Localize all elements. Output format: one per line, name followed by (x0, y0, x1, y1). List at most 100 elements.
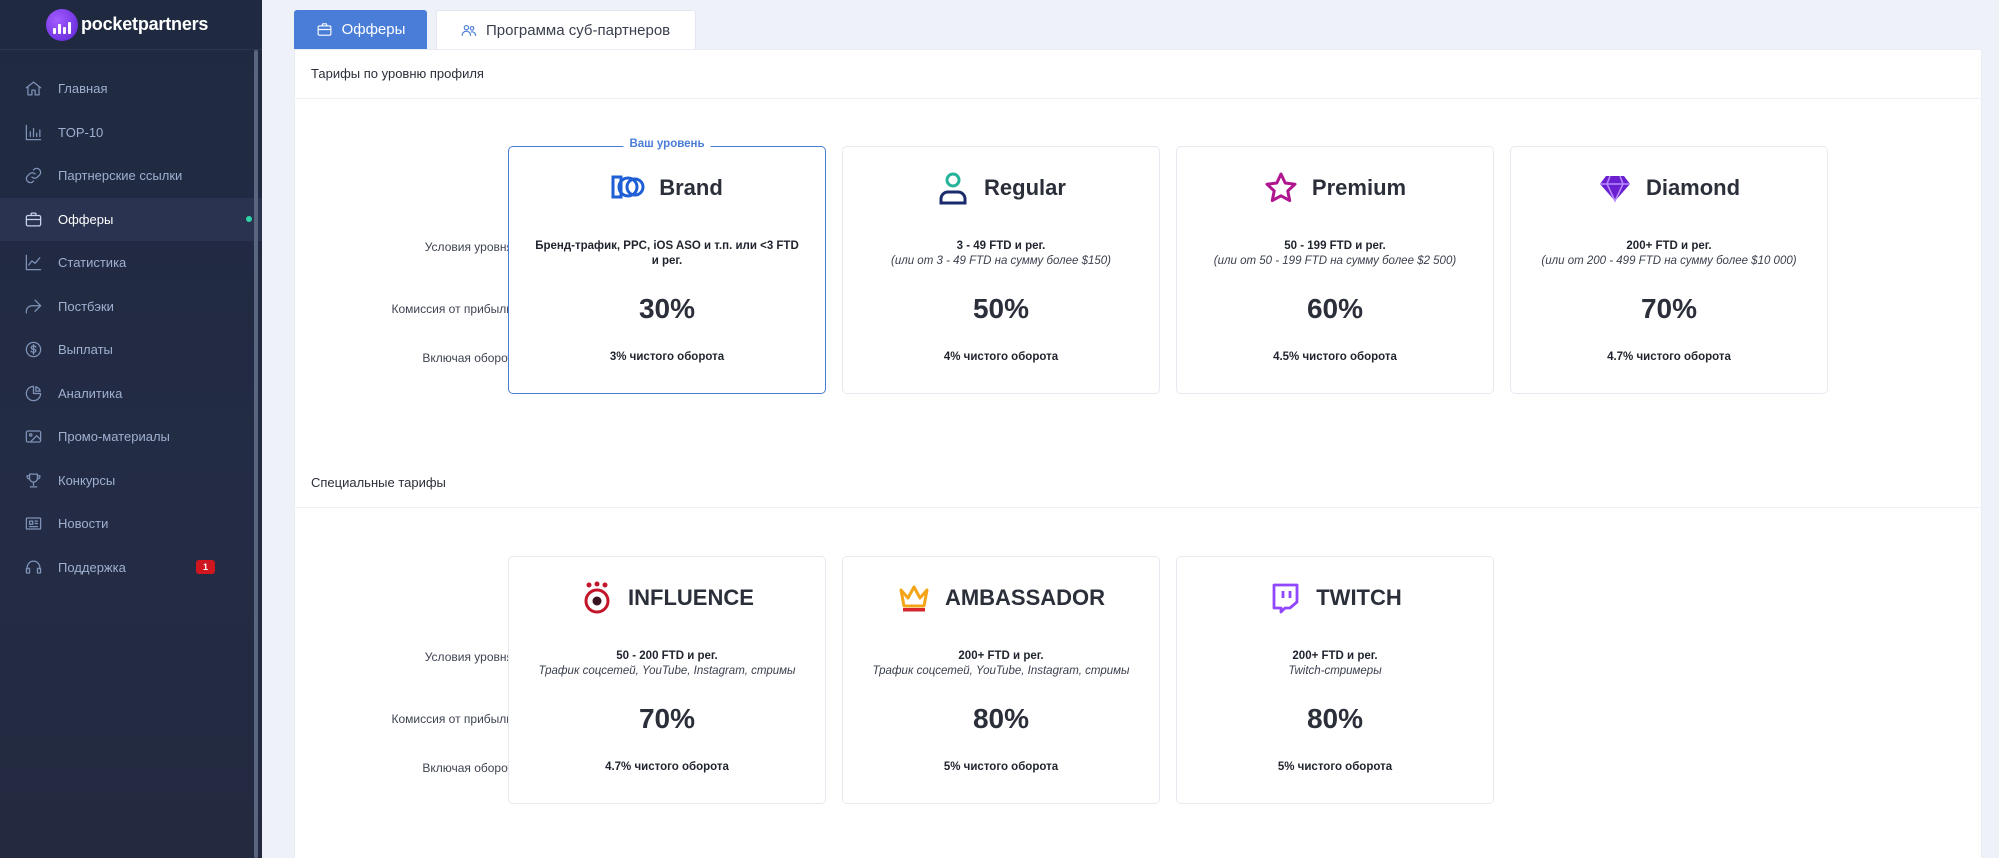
sidebar-item-home[interactable]: Главная (0, 67, 262, 111)
tier-conditions: 3 - 49 FTD и рег. (или от 3 - 49 FTD на … (865, 239, 1137, 268)
tab-offers[interactable]: Офферы (294, 10, 427, 49)
sidebar-item-promo[interactable]: Промо-материалы (0, 415, 262, 459)
sidebar: pocketpartners Главная TOP-10 Партнерски… (0, 0, 262, 858)
dollar-coin-icon (22, 339, 44, 361)
sidebar-item-label: Новости (58, 516, 109, 532)
tier-card-diamond[interactable]: Diamond 200+ FTD и рег. (или от 200 - 49… (1510, 146, 1828, 394)
link-icon (22, 165, 44, 187)
sidebar-item-offers[interactable]: Офферы (0, 197, 262, 241)
sidebar-nav: Главная TOP-10 Партнерские ссылки Офферы… (0, 67, 262, 589)
tier-turnover: 4% чистого оборота (943, 351, 1059, 363)
row-label-conditions: Условия уровня (424, 240, 513, 254)
tier-card-regular[interactable]: Regular 3 - 49 FTD и рег. (или от 3 - 49… (842, 146, 1160, 394)
tier-commission: 70% (1640, 293, 1698, 324)
tier-conditions: 200+ FTD и рег. (или от 200 - 499 FTD на… (1533, 239, 1805, 268)
tier-conditions-main: 50 - 199 FTD и рег. (1284, 240, 1386, 252)
support-badge: 1 (196, 560, 215, 575)
logo-text: pocketpartners (81, 14, 209, 34)
tier-conditions-main: 200+ FTD и рег. (1292, 650, 1378, 662)
sidebar-item-postbacks[interactable]: Постбэки (0, 285, 262, 329)
tier-conditions-main: 200+ FTD и рег. (1626, 240, 1712, 252)
newspaper-icon (22, 513, 44, 535)
tier-turnover: 5% чистого оборота (1277, 761, 1393, 773)
diamond-icon (1598, 171, 1632, 205)
image-icon (22, 426, 44, 448)
tier-conditions-main: Бренд-трафик, PPC, iOS ASO и т.п. или <3… (535, 240, 799, 267)
tab-label: Программа суб-партнеров (486, 21, 671, 39)
headset-icon (22, 556, 44, 578)
tier-commission: 70% (638, 703, 696, 734)
star-icon (1264, 171, 1298, 205)
sidebar-item-label: Выплаты (58, 342, 113, 358)
tier-turnover: 4.5% чистого оборота (1273, 351, 1397, 363)
row-label-turnover: Включая оборот (422, 761, 513, 775)
sidebar-item-statistics[interactable]: Статистика (0, 241, 262, 285)
sidebar-item-label: Офферы (58, 211, 114, 227)
trend-icon (22, 252, 44, 274)
tier-name: INFLUENCE (628, 585, 754, 610)
sidebar-item-payouts[interactable]: Выплаты (0, 328, 262, 372)
tier-conditions-main: 200+ FTD и рег. (958, 650, 1044, 662)
briefcase-icon (22, 208, 44, 230)
tier-name: AMBASSADOR (944, 585, 1106, 610)
tier-turnover: 4.7% чистого оборота (1607, 351, 1731, 363)
logo-icon (46, 8, 78, 41)
sidebar-scrollbar[interactable] (254, 50, 258, 858)
sidebar-item-support[interactable]: Поддержка 1 (0, 546, 262, 590)
tab-label: Офферы (341, 21, 406, 38)
logo[interactable]: pocketpartners (0, 0, 262, 50)
briefcase-icon (317, 23, 332, 36)
tier-commission: 60% (1306, 293, 1364, 324)
tier-turnover: 3% чистого оборота (609, 351, 725, 363)
tier-conditions-note: Трафик соцсетей, YouTube, Instagram, стр… (538, 664, 796, 677)
divider (295, 98, 1981, 99)
crown-icon (897, 581, 931, 615)
sidebar-item-label: Главная (58, 81, 108, 97)
tier-conditions: 50 - 199 FTD и рег. (или от 50 - 199 FTD… (1199, 239, 1471, 268)
tier-card-premium[interactable]: Premium 50 - 199 FTD и рег. (или от 50 -… (1176, 146, 1494, 394)
row-label-turnover: Включая оборот (422, 351, 513, 365)
row-label-commission: Комиссия от прибыли (391, 302, 513, 316)
twitch-icon (1268, 581, 1302, 615)
divider (295, 507, 1981, 508)
tier-card-ambassador[interactable]: AMBASSADOR 200+ FTD и рег. Трафик соцсет… (842, 556, 1160, 804)
tier-card-twitch[interactable]: TWITCH 200+ FTD и рег. Twitch-стримеры 8… (1176, 556, 1494, 804)
tier-conditions-note: (или от 50 - 199 FTD на сумму более $2 5… (1213, 254, 1457, 267)
tier-conditions-note: (или от 3 - 49 FTD на сумму более $150) (891, 254, 1111, 267)
trophy-icon (22, 469, 44, 491)
tier-turnover: 4.7% чистого оборота (605, 761, 729, 773)
tier-commission: 80% (972, 703, 1030, 734)
current-level-tag: Ваш уровень (623, 138, 711, 150)
sidebar-item-label: Партнерские ссылки (58, 168, 183, 184)
pie-chart-icon (22, 382, 44, 404)
sidebar-item-partner-links[interactable]: Партнерские ссылки (0, 154, 262, 198)
tier-name: Diamond (1645, 175, 1741, 200)
sidebar-item-news[interactable]: Новости (0, 502, 262, 546)
tier-conditions-note: (или от 200 - 499 FTD на сумму более $10… (1541, 254, 1797, 267)
tier-card-brand[interactable]: Ваш уровень Brand Бренд-трафик, PPC, iOS… (508, 138, 826, 394)
offers-panel: Тарифы по уровню профиля Условия уровня … (294, 49, 1982, 858)
influence-icon (580, 581, 614, 615)
tier-conditions: 50 - 200 FTD и рег. Трафик соцсетей, You… (531, 649, 803, 678)
tier-conditions-main: 3 - 49 FTD и рег. (956, 240, 1046, 252)
section-title-special: Специальные тарифы (311, 475, 446, 490)
tier-conditions: 200+ FTD и рег. Трафик соцсетей, YouTube… (865, 649, 1137, 678)
user-icon (936, 171, 970, 205)
tier-conditions-main: 50 - 200 FTD и рег. (616, 650, 718, 662)
share-icon (22, 295, 44, 317)
sidebar-item-label: TOP-10 (58, 124, 104, 140)
sidebar-item-label: Статистика (58, 255, 127, 271)
row-label-commission: Комиссия от прибыли (391, 712, 513, 726)
tab-sub-partners[interactable]: Программа суб-партнеров (436, 10, 696, 49)
sidebar-item-analytics[interactable]: Аналитика (0, 372, 262, 416)
tier-conditions: Бренд-трафик, PPC, iOS ASO и т.п. или <3… (531, 239, 803, 268)
sidebar-item-top10[interactable]: TOP-10 (0, 111, 262, 155)
tier-commission: 80% (1306, 703, 1364, 734)
tier-card-influence[interactable]: INFLUENCE 50 - 200 FTD и рег. Трафик соц… (508, 556, 826, 804)
sidebar-item-contests[interactable]: Конкурсы (0, 459, 262, 503)
sidebar-item-label: Постбэки (58, 298, 114, 314)
tier-conditions-note: Трафик соцсетей, YouTube, Instagram, стр… (872, 664, 1130, 677)
section-title-profile: Тарифы по уровню профиля (311, 66, 484, 81)
tier-conditions: 200+ FTD и рег. Twitch-стримеры (1199, 649, 1471, 678)
tier-commission: 50% (972, 293, 1030, 324)
